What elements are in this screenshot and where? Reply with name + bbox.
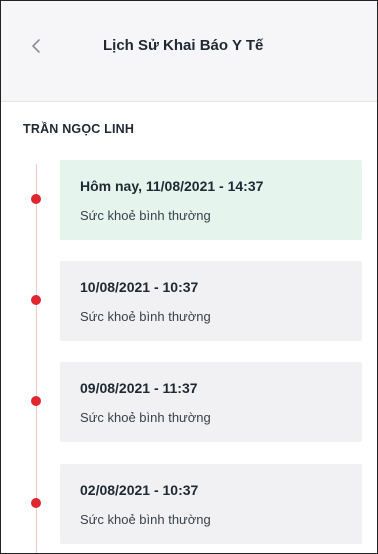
entry-date: 02/08/2021 - 10:37: [80, 482, 199, 498]
entry-date: 09/08/2021 - 11:37: [80, 380, 198, 396]
history-entry[interactable]: 09/08/2021 - 11:37 Sức khoẻ bình thường: [60, 362, 362, 442]
history-entry-today[interactable]: Hôm nay, 11/08/2021 - 14:37 Sức khoẻ bìn…: [60, 160, 362, 240]
timeline-dot: [31, 295, 41, 305]
history-entry[interactable]: 02/08/2021 - 10:37 Sức khoẻ bình thường: [60, 464, 362, 544]
page-title: Lịch Sử Khai Báo Y Tế: [103, 37, 264, 54]
app-header: Lịch Sử Khai Báo Y Tế: [1, 1, 377, 102]
chevron-left-icon: [32, 39, 40, 53]
entry-status: Sức khoẻ bình thường: [80, 208, 211, 223]
timeline-dot: [31, 396, 41, 406]
app-frame: Lịch Sử Khai Báo Y Tế TRẦN NGỌC LINH Hôm…: [0, 0, 378, 554]
history-content[interactable]: TRẦN NGỌC LINH Hôm nay, 11/08/2021 - 14:…: [1, 102, 377, 553]
patient-name: TRẦN NGỌC LINH: [23, 122, 135, 136]
timeline-dot: [31, 498, 41, 508]
back-button[interactable]: [21, 31, 51, 61]
history-entry[interactable]: 10/08/2021 - 10:37 Sức khoẻ bình thường: [60, 261, 362, 341]
entry-date: 10/08/2021 - 10:37: [80, 279, 199, 295]
entry-date: Hôm nay, 11/08/2021 - 14:37: [80, 178, 264, 194]
entry-status: Sức khoẻ bình thường: [80, 512, 211, 527]
timeline-dot: [31, 194, 41, 204]
entry-status: Sức khoẻ bình thường: [80, 410, 211, 425]
entry-status: Sức khoẻ bình thường: [80, 309, 211, 324]
timeline-line: [36, 164, 37, 553]
